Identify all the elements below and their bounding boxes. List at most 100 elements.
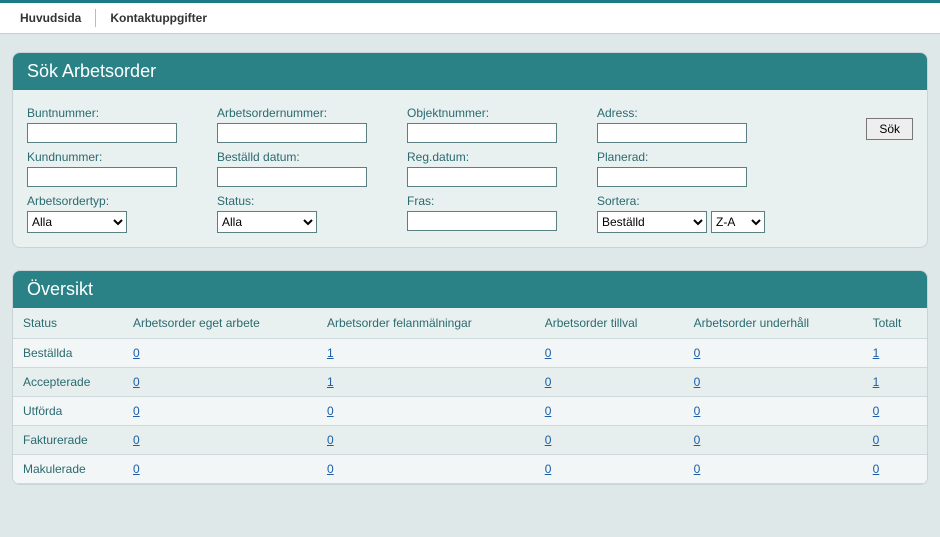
- search-panel: Sök Arbetsorder Buntnummer: Kundnummer: …: [12, 52, 928, 248]
- count-link[interactable]: 0: [694, 462, 701, 476]
- top-nav: Huvudsida Kontaktuppgifter: [0, 0, 940, 34]
- col-underhall: Arbetsorder underhåll: [684, 308, 863, 339]
- select-arbetsordertyp[interactable]: Alla: [27, 211, 127, 233]
- label-status: Status:: [217, 194, 377, 208]
- col-tillval: Arbetsorder tillval: [535, 308, 684, 339]
- select-sortera[interactable]: Beställd: [597, 211, 707, 233]
- cell-eget: 0: [123, 368, 317, 397]
- cell-status: Utförda: [13, 397, 123, 426]
- count-link[interactable]: 0: [545, 346, 552, 360]
- cell-status: Beställda: [13, 339, 123, 368]
- cell-tillval: 0: [535, 455, 684, 484]
- label-reg-datum: Reg.datum:: [407, 150, 567, 164]
- count-link[interactable]: 0: [545, 375, 552, 389]
- count-link[interactable]: 0: [133, 375, 140, 389]
- col-totalt: Totalt: [863, 308, 927, 339]
- cell-eget: 0: [123, 426, 317, 455]
- cell-totalt: 0: [863, 397, 927, 426]
- cell-totalt: 0: [863, 426, 927, 455]
- cell-totalt: 0: [863, 455, 927, 484]
- count-link[interactable]: 0: [873, 462, 880, 476]
- input-bestalld-datum[interactable]: [217, 167, 367, 187]
- count-link[interactable]: 0: [694, 433, 701, 447]
- cell-fel: 1: [317, 339, 535, 368]
- cell-fel: 0: [317, 397, 535, 426]
- cell-underhall: 0: [684, 397, 863, 426]
- cell-fel: 1: [317, 368, 535, 397]
- count-link[interactable]: 0: [327, 404, 334, 418]
- input-kundnummer[interactable]: [27, 167, 177, 187]
- count-link[interactable]: 0: [133, 433, 140, 447]
- count-link[interactable]: 0: [873, 433, 880, 447]
- cell-underhall: 0: [684, 339, 863, 368]
- count-link[interactable]: 0: [694, 375, 701, 389]
- label-planerad: Planerad:: [597, 150, 765, 164]
- col-fel: Arbetsorder felanmälningar: [317, 308, 535, 339]
- input-planerad[interactable]: [597, 167, 747, 187]
- cell-tillval: 0: [535, 397, 684, 426]
- cell-eget: 0: [123, 339, 317, 368]
- select-sort-direction[interactable]: Z-A: [711, 211, 765, 233]
- overview-table: Status Arbetsorder eget arbete Arbetsord…: [13, 308, 927, 484]
- count-link[interactable]: 0: [133, 346, 140, 360]
- cell-eget: 0: [123, 397, 317, 426]
- label-objektnummer: Objektnummer:: [407, 106, 567, 120]
- count-link[interactable]: 1: [873, 346, 880, 360]
- search-button[interactable]: Sök: [866, 118, 913, 140]
- cell-underhall: 0: [684, 455, 863, 484]
- input-arbetsordernummer[interactable]: [217, 123, 367, 143]
- table-row: Accepterade 0 1 0 0 1: [13, 368, 927, 397]
- cell-totalt: 1: [863, 368, 927, 397]
- overview-title: Översikt: [13, 271, 927, 308]
- col-status: Status: [13, 308, 123, 339]
- cell-tillval: 0: [535, 339, 684, 368]
- cell-status: Accepterade: [13, 368, 123, 397]
- search-form: Buntnummer: Kundnummer: Arbetsordertyp: …: [13, 90, 927, 247]
- nav-separator: [95, 9, 96, 27]
- cell-status: Fakturerade: [13, 426, 123, 455]
- count-link[interactable]: 0: [545, 404, 552, 418]
- table-row: Fakturerade 0 0 0 0 0: [13, 426, 927, 455]
- input-buntnummer[interactable]: [27, 123, 177, 143]
- cell-underhall: 0: [684, 368, 863, 397]
- count-link[interactable]: 0: [327, 433, 334, 447]
- count-link[interactable]: 1: [327, 346, 334, 360]
- label-fras: Fras:: [407, 194, 567, 208]
- count-link[interactable]: 0: [133, 462, 140, 476]
- count-link[interactable]: 1: [327, 375, 334, 389]
- count-link[interactable]: 0: [327, 462, 334, 476]
- input-reg-datum[interactable]: [407, 167, 557, 187]
- cell-fel: 0: [317, 426, 535, 455]
- cell-totalt: 1: [863, 339, 927, 368]
- input-fras[interactable]: [407, 211, 557, 231]
- col-eget: Arbetsorder eget arbete: [123, 308, 317, 339]
- table-row: Beställda 0 1 0 0 1: [13, 339, 927, 368]
- overview-panel: Översikt Status Arbetsorder eget arbete …: [12, 270, 928, 485]
- label-bestalld-datum: Beställd datum:: [217, 150, 377, 164]
- select-status[interactable]: Alla: [217, 211, 317, 233]
- label-kundnummer: Kundnummer:: [27, 150, 187, 164]
- count-link[interactable]: 0: [694, 404, 701, 418]
- label-buntnummer: Buntnummer:: [27, 106, 187, 120]
- nav-contact[interactable]: Kontaktuppgifter: [110, 9, 207, 27]
- label-arbetsordernummer: Arbetsordernummer:: [217, 106, 377, 120]
- count-link[interactable]: 0: [133, 404, 140, 418]
- count-link[interactable]: 0: [545, 433, 552, 447]
- label-arbetsordertyp: Arbetsordertyp:: [27, 194, 187, 208]
- label-sortera: Sortera:: [597, 194, 765, 208]
- label-adress: Adress:: [597, 106, 765, 120]
- count-link[interactable]: 0: [545, 462, 552, 476]
- search-title: Sök Arbetsorder: [13, 53, 927, 90]
- cell-fel: 0: [317, 455, 535, 484]
- page-body: Sök Arbetsorder Buntnummer: Kundnummer: …: [0, 34, 940, 537]
- input-adress[interactable]: [597, 123, 747, 143]
- input-objektnummer[interactable]: [407, 123, 557, 143]
- cell-eget: 0: [123, 455, 317, 484]
- nav-home[interactable]: Huvudsida: [20, 9, 81, 27]
- cell-underhall: 0: [684, 426, 863, 455]
- count-link[interactable]: 0: [873, 404, 880, 418]
- cell-status: Makulerade: [13, 455, 123, 484]
- count-link[interactable]: 0: [694, 346, 701, 360]
- count-link[interactable]: 1: [873, 375, 880, 389]
- cell-tillval: 0: [535, 368, 684, 397]
